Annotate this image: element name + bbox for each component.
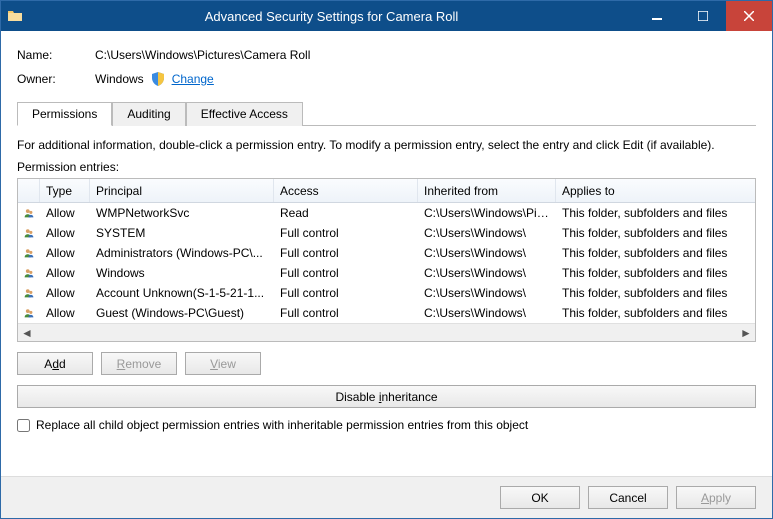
entries-label: Permission entries: xyxy=(17,160,756,174)
cell-type: Allow xyxy=(40,246,90,260)
cell-inherited: C:\Users\Windows\ xyxy=(418,266,556,280)
cell-principal: SYSTEM xyxy=(90,226,274,240)
column-access[interactable]: Access xyxy=(274,179,418,202)
cell-type: Allow xyxy=(40,306,90,320)
column-type[interactable]: Type xyxy=(40,179,90,202)
minimize-button[interactable] xyxy=(634,1,680,31)
maximize-button[interactable] xyxy=(680,1,726,31)
disable-inheritance-button[interactable]: Disable inheritance xyxy=(17,385,756,408)
cell-applies: This folder, subfolders and files xyxy=(556,266,755,280)
name-row: Name: C:\Users\Windows\Pictures\Camera R… xyxy=(17,43,756,67)
folder-icon xyxy=(1,8,29,24)
cell-principal: WMPNetworkSvc xyxy=(90,206,274,220)
remove-button: Remove xyxy=(101,352,177,375)
apply-button: Apply xyxy=(676,486,756,509)
principal-icon xyxy=(18,265,40,281)
description-text: For additional information, double-click… xyxy=(17,138,756,152)
change-owner-link[interactable]: Change xyxy=(172,72,214,86)
owner-value: Windows xyxy=(95,72,144,86)
cancel-button[interactable]: Cancel xyxy=(588,486,668,509)
cell-applies: This folder, subfolders and files xyxy=(556,306,755,320)
principal-icon xyxy=(18,305,40,321)
cell-access: Full control xyxy=(274,306,418,320)
tab-permissions[interactable]: Permissions xyxy=(17,102,112,126)
column-icon[interactable] xyxy=(18,179,40,202)
cell-principal: Administrators (Windows-PC\... xyxy=(90,246,274,260)
add-button[interactable]: Add xyxy=(17,352,93,375)
column-principal[interactable]: Principal xyxy=(90,179,274,202)
table-body: AllowWMPNetworkSvcReadC:\Users\Windows\P… xyxy=(18,203,755,323)
replace-label[interactable]: Replace all child object permission entr… xyxy=(36,418,528,432)
window-title: Advanced Security Settings for Camera Ro… xyxy=(29,9,634,24)
name-value: C:\Users\Windows\Pictures\Camera Roll xyxy=(95,48,310,62)
tabs: Permissions Auditing Effective Access xyxy=(17,101,756,126)
table-row[interactable]: AllowWMPNetworkSvcReadC:\Users\Windows\P… xyxy=(18,203,755,223)
replace-checkbox[interactable] xyxy=(17,419,30,432)
tab-effective-access[interactable]: Effective Access xyxy=(186,102,303,126)
horizontal-scrollbar[interactable]: ◄ ► xyxy=(18,323,755,341)
cell-inherited: C:\Users\Windows\ xyxy=(418,226,556,240)
cell-inherited: C:\Users\Windows\Pic... xyxy=(418,206,556,220)
scroll-right-icon[interactable]: ► xyxy=(739,326,753,340)
cell-applies: This folder, subfolders and files xyxy=(556,246,755,260)
table-row[interactable]: AllowWindowsFull controlC:\Users\Windows… xyxy=(18,263,755,283)
cell-type: Allow xyxy=(40,266,90,280)
table-row[interactable]: AllowAccount Unknown(S-1-5-21-1...Full c… xyxy=(18,283,755,303)
cell-access: Full control xyxy=(274,226,418,240)
replace-row: Replace all child object permission entr… xyxy=(17,418,756,432)
cell-principal: Windows xyxy=(90,266,274,280)
cell-access: Read xyxy=(274,206,418,220)
name-label: Name: xyxy=(17,48,95,62)
close-button[interactable] xyxy=(726,1,772,31)
shield-icon xyxy=(150,71,166,87)
cell-access: Full control xyxy=(274,266,418,280)
cell-applies: This folder, subfolders and files xyxy=(556,226,755,240)
entry-buttons: Add Remove View xyxy=(17,352,756,375)
principal-icon xyxy=(18,285,40,301)
owner-label: Owner: xyxy=(17,72,95,86)
content-area: Name: C:\Users\Windows\Pictures\Camera R… xyxy=(1,31,772,476)
table-header: Type Principal Access Inherited from App… xyxy=(18,179,755,203)
table-row[interactable]: AllowAdministrators (Windows-PC\...Full … xyxy=(18,243,755,263)
table-row[interactable]: AllowGuest (Windows-PC\Guest)Full contro… xyxy=(18,303,755,323)
cell-inherited: C:\Users\Windows\ xyxy=(418,246,556,260)
owner-row: Owner: Windows Change xyxy=(17,67,756,91)
view-button: View xyxy=(185,352,261,375)
cell-inherited: C:\Users\Windows\ xyxy=(418,286,556,300)
ok-button[interactable]: OK xyxy=(500,486,580,509)
principal-icon xyxy=(18,205,40,221)
table-row[interactable]: AllowSYSTEMFull controlC:\Users\Windows\… xyxy=(18,223,755,243)
cell-applies: This folder, subfolders and files xyxy=(556,286,755,300)
tab-body: For additional information, double-click… xyxy=(17,126,756,432)
cell-applies: This folder, subfolders and files xyxy=(556,206,755,220)
cell-principal: Guest (Windows-PC\Guest) xyxy=(90,306,274,320)
inheritance-row: Disable inheritance xyxy=(17,385,756,408)
tab-auditing[interactable]: Auditing xyxy=(112,102,185,126)
principal-icon xyxy=(18,225,40,241)
permission-table: Type Principal Access Inherited from App… xyxy=(17,178,756,342)
cell-access: Full control xyxy=(274,246,418,260)
cell-type: Allow xyxy=(40,226,90,240)
dialog-footer: OK Cancel Apply xyxy=(1,476,772,518)
cell-type: Allow xyxy=(40,206,90,220)
window-controls xyxy=(634,1,772,31)
principal-icon xyxy=(18,245,40,261)
cell-access: Full control xyxy=(274,286,418,300)
cell-principal: Account Unknown(S-1-5-21-1... xyxy=(90,286,274,300)
window: Advanced Security Settings for Camera Ro… xyxy=(0,0,773,519)
column-inherited[interactable]: Inherited from xyxy=(418,179,556,202)
column-applies[interactable]: Applies to xyxy=(556,179,755,202)
scroll-left-icon[interactable]: ◄ xyxy=(20,326,34,340)
cell-inherited: C:\Users\Windows\ xyxy=(418,306,556,320)
titlebar: Advanced Security Settings for Camera Ro… xyxy=(1,1,772,31)
cell-type: Allow xyxy=(40,286,90,300)
